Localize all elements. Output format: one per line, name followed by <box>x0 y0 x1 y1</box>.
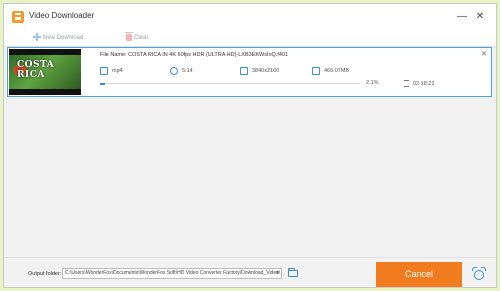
file-name: File Name: COSTA RICA IN 4K 60fps HDR (U… <box>100 52 289 58</box>
alarm-clock-icon[interactable] <box>472 267 486 281</box>
cancel-button[interactable]: Cancel <box>376 262 462 287</box>
eta-value: 02:18:23 <box>413 80 435 87</box>
progress-bar <box>100 82 360 85</box>
video-downloader-window: Video Downloader — ✕ New Download Clear … <box>3 3 497 288</box>
remove-task-button[interactable]: ✕ <box>481 50 487 58</box>
output-folder-select[interactable]: C:\Users\WonderFox\Documents\WonderFox S… <box>62 268 282 279</box>
close-window-button[interactable]: ✕ <box>474 11 486 23</box>
resolution-info: 3840x2160 <box>240 66 279 76</box>
open-folder-icon[interactable] <box>288 268 298 277</box>
new-download-label: New Download <box>43 35 84 41</box>
hourglass-icon <box>404 80 409 87</box>
chevron-down-icon[interactable]: ▾ <box>276 269 279 278</box>
app-icon <box>12 11 24 23</box>
file-icon <box>100 66 108 75</box>
clock-icon <box>170 66 178 75</box>
output-path-value: C:\Users\WonderFox\Documents\WonderFox S… <box>65 270 281 276</box>
folder-size-icon <box>312 66 320 75</box>
duration-value: 5:14 <box>182 68 193 74</box>
remaining-time: 02:18:23 <box>404 80 434 87</box>
download-list: COSTA RICA File Name: COSTA RICA IN 4K 6… <box>4 47 496 257</box>
trash-icon <box>125 31 133 41</box>
download-task-row[interactable]: COSTA RICA File Name: COSTA RICA IN 4K 6… <box>7 47 492 97</box>
format-info: mp4 <box>100 66 123 76</box>
footer-bar: Output folder: C:\Users\WonderFox\Docume… <box>4 257 496 287</box>
toolbar: New Download Clear <box>4 30 496 47</box>
minimize-button[interactable]: — <box>456 11 468 23</box>
video-thumbnail: COSTA RICA <box>9 49 81 95</box>
resolution-value: 3840x2160 <box>252 68 280 74</box>
resolution-icon <box>240 66 248 75</box>
duration-info: 5:14 <box>170 66 193 76</box>
plus-icon <box>33 33 41 42</box>
size-info: 460.07MB <box>312 66 349 76</box>
size-value: 460.07MB <box>324 68 350 74</box>
output-folder-label: Output folder: <box>28 271 62 277</box>
thumbnail-title: COSTA RICA <box>17 60 55 80</box>
alarm-face <box>474 270 484 280</box>
new-download-button[interactable]: New Download <box>33 33 83 43</box>
progress-percent: 2.1% <box>366 80 379 86</box>
clear-label: Clear <box>134 35 149 41</box>
window-title: Video Downloader <box>29 11 95 20</box>
title-bar: Video Downloader — ✕ <box>4 4 496 30</box>
clear-button[interactable]: Clear <box>125 31 149 43</box>
progress-fill <box>100 82 106 85</box>
format-value: mp4 <box>112 68 123 74</box>
